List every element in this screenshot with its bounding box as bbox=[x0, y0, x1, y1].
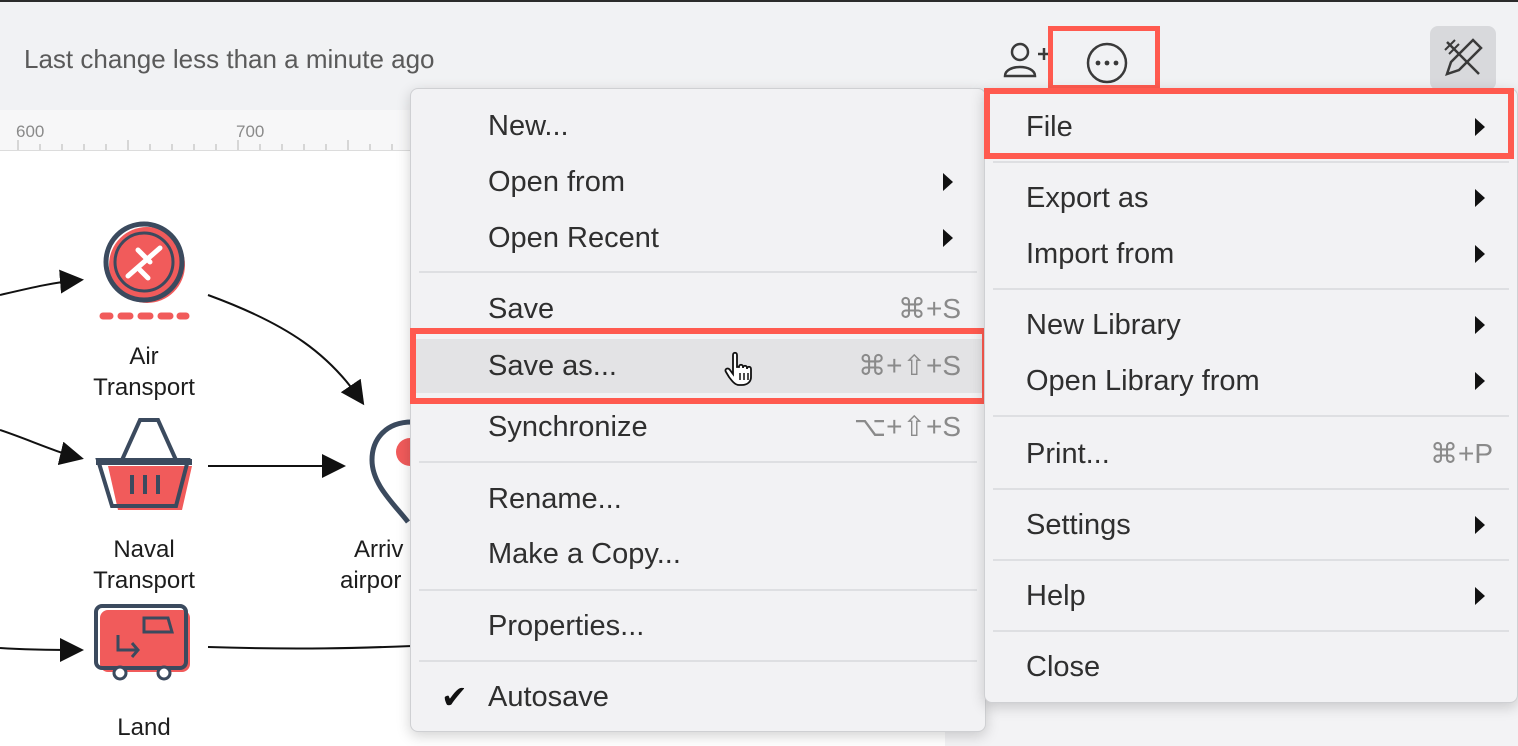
menu-item-help[interactable]: Help bbox=[985, 569, 1517, 623]
menu-item-close[interactable]: Close bbox=[985, 640, 1517, 694]
menu-item-synchronize[interactable]: Synchronize ⌥+⇧+S bbox=[411, 400, 985, 454]
submenu-arrow-icon bbox=[1475, 245, 1485, 263]
menu-item-export-as[interactable]: Export as bbox=[985, 171, 1517, 225]
menu-separator bbox=[419, 660, 977, 662]
menu-item-rename[interactable]: Rename... bbox=[411, 472, 985, 526]
connector-arrow bbox=[0, 269, 84, 296]
connector-line bbox=[207, 645, 413, 650]
menu-item-import-from[interactable]: Import from bbox=[985, 227, 1517, 281]
format-pencil-icon bbox=[1444, 38, 1483, 76]
submenu-arrow-icon bbox=[943, 229, 953, 247]
submenu-arrow-icon bbox=[943, 173, 953, 191]
menu-item-properties[interactable]: Properties... bbox=[411, 599, 985, 653]
node-label-arrival: Arriv airpor bbox=[340, 536, 404, 594]
basket-icon bbox=[95, 418, 192, 510]
menu-item-print[interactable]: Print... ⌘+P bbox=[985, 427, 1517, 481]
add-person-icon[interactable] bbox=[1002, 40, 1052, 80]
file-submenu: New... Open from Open Recent Save ⌘+S Sav… bbox=[410, 88, 986, 732]
submenu-arrow-icon bbox=[1475, 189, 1485, 207]
checkmark-icon: ✔ bbox=[441, 679, 468, 715]
menu-separator bbox=[993, 559, 1509, 561]
menu-separator bbox=[419, 589, 977, 591]
menu-item-open-from[interactable]: Open from bbox=[411, 155, 985, 209]
delivery-van-icon bbox=[94, 604, 190, 681]
menu-separator bbox=[993, 288, 1509, 290]
menu-item-new-library[interactable]: New Library bbox=[985, 298, 1517, 352]
highlight-file bbox=[984, 88, 1514, 159]
ellipsis-circle-icon bbox=[1086, 42, 1128, 84]
node-label-land: Land bbox=[117, 714, 171, 741]
connector-arrow bbox=[0, 637, 84, 662]
main-menu: File Export as Import from New Library O… bbox=[984, 88, 1518, 703]
highlight-save-as bbox=[410, 328, 988, 404]
submenu-arrow-icon bbox=[1475, 516, 1485, 534]
menu-separator bbox=[993, 630, 1509, 632]
menu-item-open-library-from[interactable]: Open Library from bbox=[985, 354, 1517, 408]
menu-separator bbox=[419, 271, 977, 273]
submenu-arrow-icon bbox=[1475, 316, 1485, 334]
menu-separator bbox=[993, 415, 1509, 417]
connector-arrow bbox=[207, 294, 365, 406]
format-panel-button[interactable] bbox=[1430, 26, 1496, 90]
more-options-button[interactable] bbox=[1048, 26, 1160, 90]
menu-item-new[interactable]: New... bbox=[411, 99, 985, 153]
node-label-naval: Naval Transport bbox=[93, 536, 195, 594]
last-change-status[interactable]: Last change less than a minute ago bbox=[24, 44, 435, 75]
menu-separator bbox=[993, 488, 1509, 490]
connector-arrow bbox=[0, 429, 84, 465]
submenu-arrow-icon bbox=[1475, 587, 1485, 605]
menu-separator bbox=[419, 461, 977, 463]
menu-item-settings[interactable]: Settings bbox=[985, 498, 1517, 552]
airplane-icon bbox=[99, 221, 190, 320]
menu-item-autosave[interactable]: ✔ Autosave bbox=[411, 670, 985, 724]
menu-item-open-recent[interactable]: Open Recent bbox=[411, 211, 985, 265]
submenu-arrow-icon bbox=[1475, 372, 1485, 390]
node-label-air: Air Transport bbox=[93, 343, 195, 401]
menu-separator bbox=[993, 161, 1509, 163]
menu-item-make-copy[interactable]: Make a Copy... bbox=[411, 527, 985, 581]
